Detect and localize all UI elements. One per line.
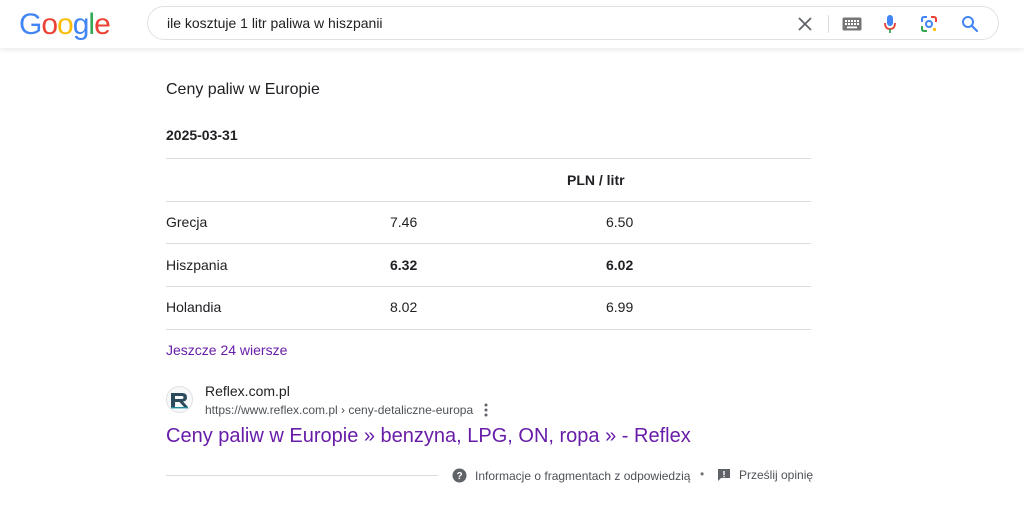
more-options-icon[interactable]	[480, 402, 492, 418]
result-title-link[interactable]: Ceny paliw w Europie » benzyna, LPG, ON,…	[166, 425, 691, 448]
table-cell-country: Hiszpania	[166, 257, 228, 273]
table-divider	[166, 286, 811, 287]
google-logo[interactable]: Google	[19, 8, 111, 41]
table-divider	[166, 243, 811, 244]
column-header: PLN / litr	[567, 172, 625, 188]
snippet-title: Ceny paliw w Europie	[166, 81, 320, 98]
feedback-link[interactable]: Prześlij opinię	[717, 468, 813, 482]
about-snippets-label: Informacje o fragmentach z odpowiedzią	[475, 468, 691, 483]
source-site-name[interactable]: Reflex.com.pl	[205, 383, 290, 399]
keyboard-icon[interactable]	[840, 12, 864, 36]
lens-icon[interactable]	[917, 12, 941, 36]
table-cell-value: 7.46	[390, 214, 418, 230]
divider	[828, 15, 829, 33]
table-cell-country: Holandia	[166, 299, 222, 315]
table-divider	[166, 329, 811, 330]
table-cell-value: 8.02	[390, 299, 418, 315]
table-cell-country: Grecja	[166, 214, 208, 230]
svg-text:?: ?	[456, 471, 462, 482]
table-cell-value: 6.02	[606, 257, 634, 273]
table-cell-value: 6.99	[606, 299, 634, 315]
feedback-label: Prześlij opinię	[739, 468, 814, 482]
table-cell-value: 6.50	[606, 214, 634, 230]
feedback-icon	[717, 468, 731, 482]
more-rows-link[interactable]: Jeszcze 24 wiersze	[166, 342, 287, 358]
about-snippets-link[interactable]: ? Informacje o fragmentach z odpowiedzią	[452, 468, 690, 483]
search-input[interactable]: ile kosztuje 1 litr paliwa w hiszpanii	[167, 15, 383, 31]
logo-letter-g2: g	[72, 8, 90, 41]
microphone-icon[interactable]	[878, 12, 902, 36]
search-icon[interactable]	[958, 12, 982, 36]
table-divider	[166, 201, 811, 202]
source-url[interactable]: https://www.reflex.com.pl › ceny-detalic…	[205, 403, 473, 417]
header: Google ile kosztuje 1 litr paliwa w hisz…	[0, 0, 1024, 48]
reflex-favicon-icon[interactable]	[166, 386, 193, 413]
logo-letter-o1: o	[41, 8, 58, 41]
footer-separator: •	[700, 467, 705, 481]
snippet-date: 2025-03-31	[166, 127, 238, 143]
table-cell-value: 6.32	[390, 257, 418, 273]
logo-letter-g: G	[19, 8, 42, 41]
help-icon: ?	[452, 468, 467, 483]
logo-letter-o2: o	[57, 8, 74, 41]
table-divider	[166, 158, 811, 159]
footer-divider	[166, 475, 438, 476]
clear-icon[interactable]	[793, 12, 817, 36]
logo-letter-e: e	[94, 8, 111, 41]
search-box[interactable]: ile kosztuje 1 litr paliwa w hiszpanii	[147, 6, 999, 40]
